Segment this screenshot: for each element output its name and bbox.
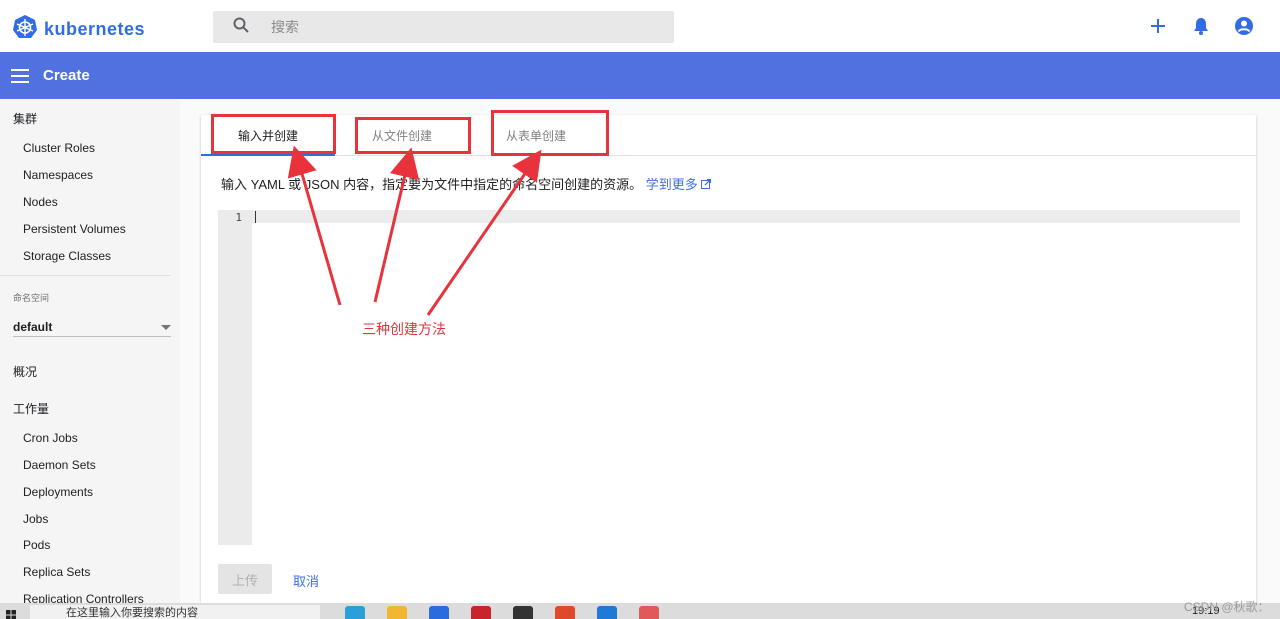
app-icon[interactable] [513, 606, 533, 619]
app-icon[interactable] [471, 606, 491, 619]
app-icon[interactable] [597, 606, 617, 619]
chrome-icon[interactable] [555, 606, 575, 619]
taskbar-search[interactable]: 在这里输入你要搜索的内容 [30, 605, 320, 619]
annotation-label: 三种创建方法 [362, 321, 446, 337]
windows-start-icon[interactable] [6, 607, 16, 619]
app-icon[interactable] [429, 606, 449, 619]
os-taskbar: 在这里输入你要搜索的内容 19:19 [0, 603, 1280, 619]
taskbar-apps [345, 606, 659, 619]
app-icon[interactable] [639, 606, 659, 619]
edge-icon[interactable] [345, 606, 365, 619]
folder-icon[interactable] [387, 606, 407, 619]
taskbar-search-text: 在这里输入你要搜索的内容 [66, 607, 198, 619]
watermark: CSDN @秋歌： [1184, 600, 1270, 614]
annotation-arrows [287, 145, 542, 316]
